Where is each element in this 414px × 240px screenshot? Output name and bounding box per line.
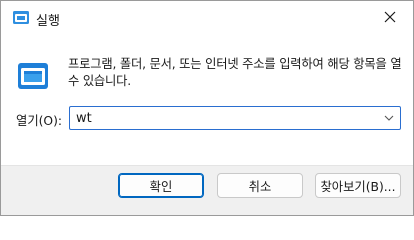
window-title: 실행 — [36, 14, 60, 29]
description-text: 프로그램, 폴더, 문서, 또는 인터넷 주소를 입력하여 해당 항목을 열 수… — [68, 57, 402, 88]
open-label: 열기(O): — [16, 114, 63, 128]
dialog-body: 프로그램, 폴더, 문서, 또는 인터넷 주소를 입력하여 해당 항목을 열 수… — [1, 35, 413, 165]
run-dialog: 실행 프로그램, 폴더, 문서, 또는 인터넷 주소를 입력하여 해당 항목을 … — [0, 0, 414, 216]
close-icon — [384, 11, 396, 26]
ok-button[interactable]: 확인 — [118, 173, 204, 198]
run-icon — [15, 61, 51, 91]
open-combobox[interactable]: wt — [69, 106, 401, 130]
title-bar[interactable]: 실행 — [1, 1, 413, 35]
run-app-icon — [12, 10, 30, 26]
button-bar: 확인 취소 찾아보기(B)... — [1, 165, 413, 215]
cancel-button[interactable]: 취소 — [217, 173, 303, 198]
close-button[interactable] — [367, 1, 413, 35]
browse-button[interactable]: 찾아보기(B)... — [315, 173, 401, 198]
chevron-down-icon[interactable] — [382, 111, 396, 125]
open-input[interactable]: wt — [76, 111, 92, 126]
